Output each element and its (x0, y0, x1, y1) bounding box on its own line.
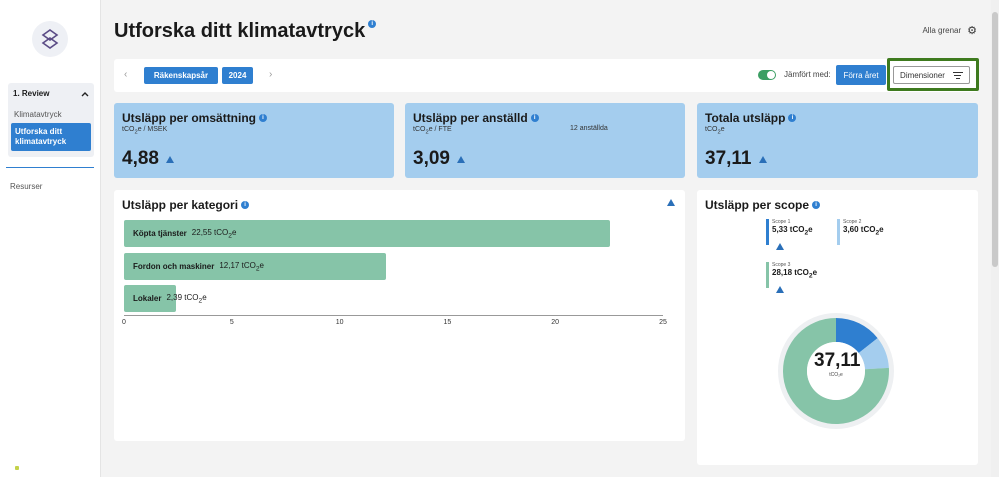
sidebar-item-klimatavtryck[interactable]: Klimatavtryck (11, 106, 91, 123)
kpi-card-per-revenue: Utsläpp per omsättning i tCO2e / MSEK 4,… (114, 103, 394, 178)
kpi-title-text: Utsläpp per omsättning (122, 111, 257, 125)
scope-value: 3,60 tCO2e (843, 225, 884, 237)
bar-label: Köpta tjänster (133, 229, 187, 238)
kpi-title-text: Utsläpp per anställd (413, 111, 528, 125)
branches-label: Alla grenar (922, 26, 962, 35)
kpi-card-total: Totala utsläpp i tCO2e 37,11 (697, 103, 978, 178)
tick-label: 0 (122, 319, 126, 326)
sidebar-item-utforska[interactable]: Utforska ditt klimatavtryck (11, 123, 91, 151)
kpi-value: 37,11 (705, 148, 767, 170)
kpi-value: 4,88 (122, 148, 174, 170)
scope-value: 5,33 tCO2e (772, 225, 813, 237)
legend-swatch (837, 219, 840, 245)
tick-label: 10 (335, 319, 344, 326)
dimensions-button[interactable]: Dimensioner (893, 66, 970, 84)
gear-icon[interactable]: ⚙ (967, 24, 977, 37)
trend-up-icon (776, 242, 784, 250)
info-icon[interactable]: i (368, 20, 377, 28)
scope-value: 28,18 tCO2e (772, 268, 818, 280)
dimensions-label: Dimensioner (900, 70, 945, 80)
corner-mark (15, 466, 19, 470)
chevron-up-icon[interactable] (81, 91, 89, 97)
card-title-text: Utsläpp per scope (705, 198, 810, 212)
scope-3-legend[interactable]: Scope 3 28,18 tCO2e (766, 262, 817, 298)
chevron-right-icon[interactable]: › (269, 69, 272, 80)
kpi-title: Utsläpp per omsättning i (122, 111, 386, 125)
bar-value: 2,39 tCO2e (166, 292, 207, 305)
legend-swatch (766, 219, 769, 245)
logo[interactable] (32, 21, 68, 57)
page-title: Utforska ditt klimatavtryck (114, 20, 366, 42)
nav-group-label: 1. Review (13, 89, 50, 98)
compare-toggle[interactable] (758, 70, 776, 80)
tick-label: 20 (551, 319, 560, 326)
bar-label: Fordon och maskiner (133, 262, 215, 271)
category-chart-card: Utsläpp per kategori i Köpta tjänster 22… (114, 190, 685, 441)
kpi-unit: tCO2e (705, 126, 725, 136)
info-icon[interactable]: i (530, 114, 539, 122)
kpi-value: 3,09 (413, 148, 465, 170)
bar-lokaler[interactable]: Lokaler 2,39 tCO2e (124, 285, 207, 312)
page-header: Utforska ditt klimatavtryck i (114, 20, 377, 43)
bar-kopta-tjanster[interactable]: Köpta tjänster 22,55 tCO2e (124, 220, 611, 247)
period-type-button[interactable]: Räkenskapsår (144, 67, 218, 84)
info-icon[interactable]: i (812, 201, 821, 209)
chevron-left-icon[interactable]: ‹ (124, 69, 127, 80)
kpi-title: Utsläpp per anställd i (413, 111, 677, 125)
compare-label: Jämfört med: (784, 70, 831, 79)
nav-group-review: 1. Review Klimatavtryck Utforska ditt kl… (8, 83, 94, 157)
trend-up-icon (165, 155, 174, 163)
scrollbar[interactable] (991, 0, 999, 477)
filter-toolbar: ‹ Räkenskapsår 2024 › Jämfört med: Förra… (114, 58, 979, 92)
bar-value: 22,55 tCO2e (191, 227, 237, 240)
dimensions-highlight: Dimensioner (887, 58, 979, 91)
info-icon[interactable]: i (259, 114, 268, 122)
trend-up-icon[interactable] (667, 199, 675, 206)
logo-icon (41, 29, 59, 49)
info-icon[interactable]: i (788, 114, 797, 122)
scroll-thumb[interactable] (992, 12, 998, 267)
compare-value-button[interactable]: Förra året (836, 65, 886, 85)
bar-fordon-maskiner[interactable]: Fordon och maskiner 12,17 tCO2e (124, 253, 387, 280)
tick-label: 5 (229, 319, 234, 326)
sidebar-item-resurser[interactable]: Resurser (10, 182, 42, 191)
trend-up-icon (776, 285, 784, 293)
legend-swatch (766, 262, 769, 288)
nav-group-header[interactable]: 1. Review (11, 87, 91, 106)
trend-up-icon (758, 155, 767, 163)
card-title-text: Utsläpp per kategori (122, 198, 239, 212)
bar-value: 12,17 tCO2e (219, 260, 264, 273)
year-button[interactable]: 2024 (222, 67, 253, 84)
kpi-unit: tCO2e / MSEK (122, 126, 168, 136)
branches-selector[interactable]: Alla grenar ⚙ (922, 24, 977, 37)
filter-icon (952, 71, 963, 79)
card-title: Utsläpp per kategori i (122, 198, 250, 212)
divider (6, 167, 94, 168)
employee-count: 12 anställda (570, 125, 608, 132)
kpi-card-per-employee: Utsläpp per anställd i tCO2e / FTE 12 an… (405, 103, 685, 178)
scope-1-legend[interactable]: Scope 1 5,33 tCO2e (766, 219, 813, 255)
tick-label: 25 (659, 319, 667, 326)
donut-center: 37,11 tCO₂e (814, 350, 861, 378)
kpi-unit: tCO2e / FTE (413, 126, 452, 136)
donut-total: 37,11 (814, 350, 861, 371)
donut-unit: tCO₂e (829, 372, 843, 378)
card-title: Utsläpp per scope i (705, 198, 821, 212)
scope-2-legend[interactable]: Scope 2 3,60 tCO2e (837, 219, 884, 245)
trend-up-icon (456, 155, 465, 163)
sidebar: 1. Review Klimatavtryck Utforska ditt kl… (0, 0, 101, 477)
x-axis (124, 315, 663, 316)
kpi-title: Totala utsläpp i (705, 111, 970, 125)
tick-label: 15 (443, 319, 452, 326)
info-icon[interactable]: i (241, 201, 250, 209)
scope-chart-card: Utsläpp per scope i Scope 1 5,33 tCO2e S… (697, 190, 978, 465)
bar-label: Lokaler (133, 294, 162, 303)
kpi-title-text: Totala utsläpp (705, 111, 786, 125)
